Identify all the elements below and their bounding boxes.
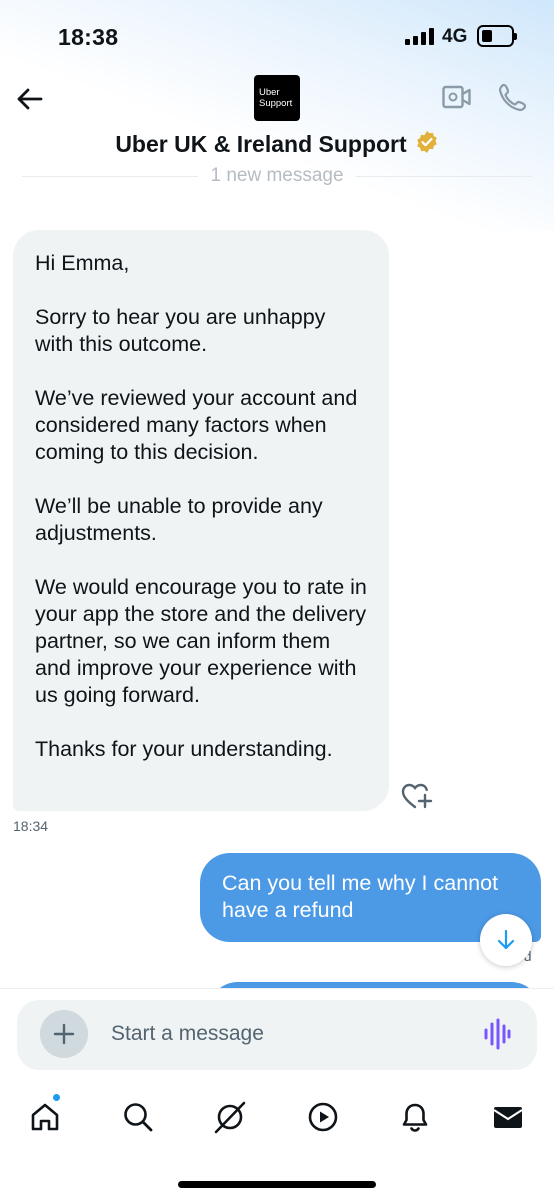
message-paragraph: We’ve reviewed your account and consider… (35, 386, 358, 464)
phone-call-icon[interactable] (498, 82, 528, 117)
unread-indicator (52, 1093, 61, 1102)
message-paragraph: We’ll be unable to provide any adjustmen… (35, 494, 323, 545)
grok-icon[interactable] (207, 1094, 253, 1140)
back-arrow-icon[interactable] (14, 84, 44, 114)
new-message-divider: 1 new message (22, 163, 533, 189)
add-reaction-icon[interactable] (401, 780, 435, 817)
voice-message-icon[interactable] (483, 1018, 511, 1055)
message-paragraph: We would encourage you to rate in your a… (35, 575, 367, 707)
message-paragraph: Hi Emma, (35, 251, 130, 275)
logo-line1: Uber (259, 87, 280, 98)
status-time: 18:38 (58, 24, 119, 50)
bottom-nav (0, 1094, 554, 1140)
logo-line2: Support (259, 98, 293, 109)
verified-badge-icon (415, 130, 439, 159)
network-type: 4G (442, 26, 468, 47)
avatar[interactable]: Uber Support (254, 75, 300, 121)
message-composer[interactable] (17, 1000, 537, 1070)
home-icon[interactable] (22, 1094, 68, 1140)
scroll-to-bottom-button[interactable] (480, 914, 532, 966)
signal-icon (405, 27, 434, 45)
notifications-icon[interactable] (392, 1094, 438, 1140)
page-title: Uber UK & Ireland Support (115, 131, 407, 157)
incoming-message-bubble[interactable]: Hi Emma, Sorry to hear you are unhappy w… (13, 230, 389, 811)
battery-icon (477, 25, 517, 47)
new-message-label: 1 new message (210, 165, 344, 186)
message-paragraph: Sorry to hear you are unhappy with this … (35, 305, 326, 356)
messages-icon[interactable] (485, 1094, 531, 1140)
message-input[interactable]: Start a message (111, 1022, 264, 1046)
video-call-icon[interactable] (442, 84, 472, 115)
video-icon[interactable] (300, 1094, 346, 1140)
arrow-down-icon (497, 929, 515, 950)
home-indicator (178, 1181, 376, 1188)
plus-icon (53, 1023, 75, 1045)
message-paragraph: Thanks for your understanding. (35, 737, 333, 761)
add-media-button[interactable] (40, 1010, 88, 1058)
message-timestamp: 18:34 (13, 818, 49, 834)
conversation-title[interactable]: Uber UK & Ireland Support (0, 130, 554, 159)
search-icon[interactable] (115, 1094, 161, 1140)
